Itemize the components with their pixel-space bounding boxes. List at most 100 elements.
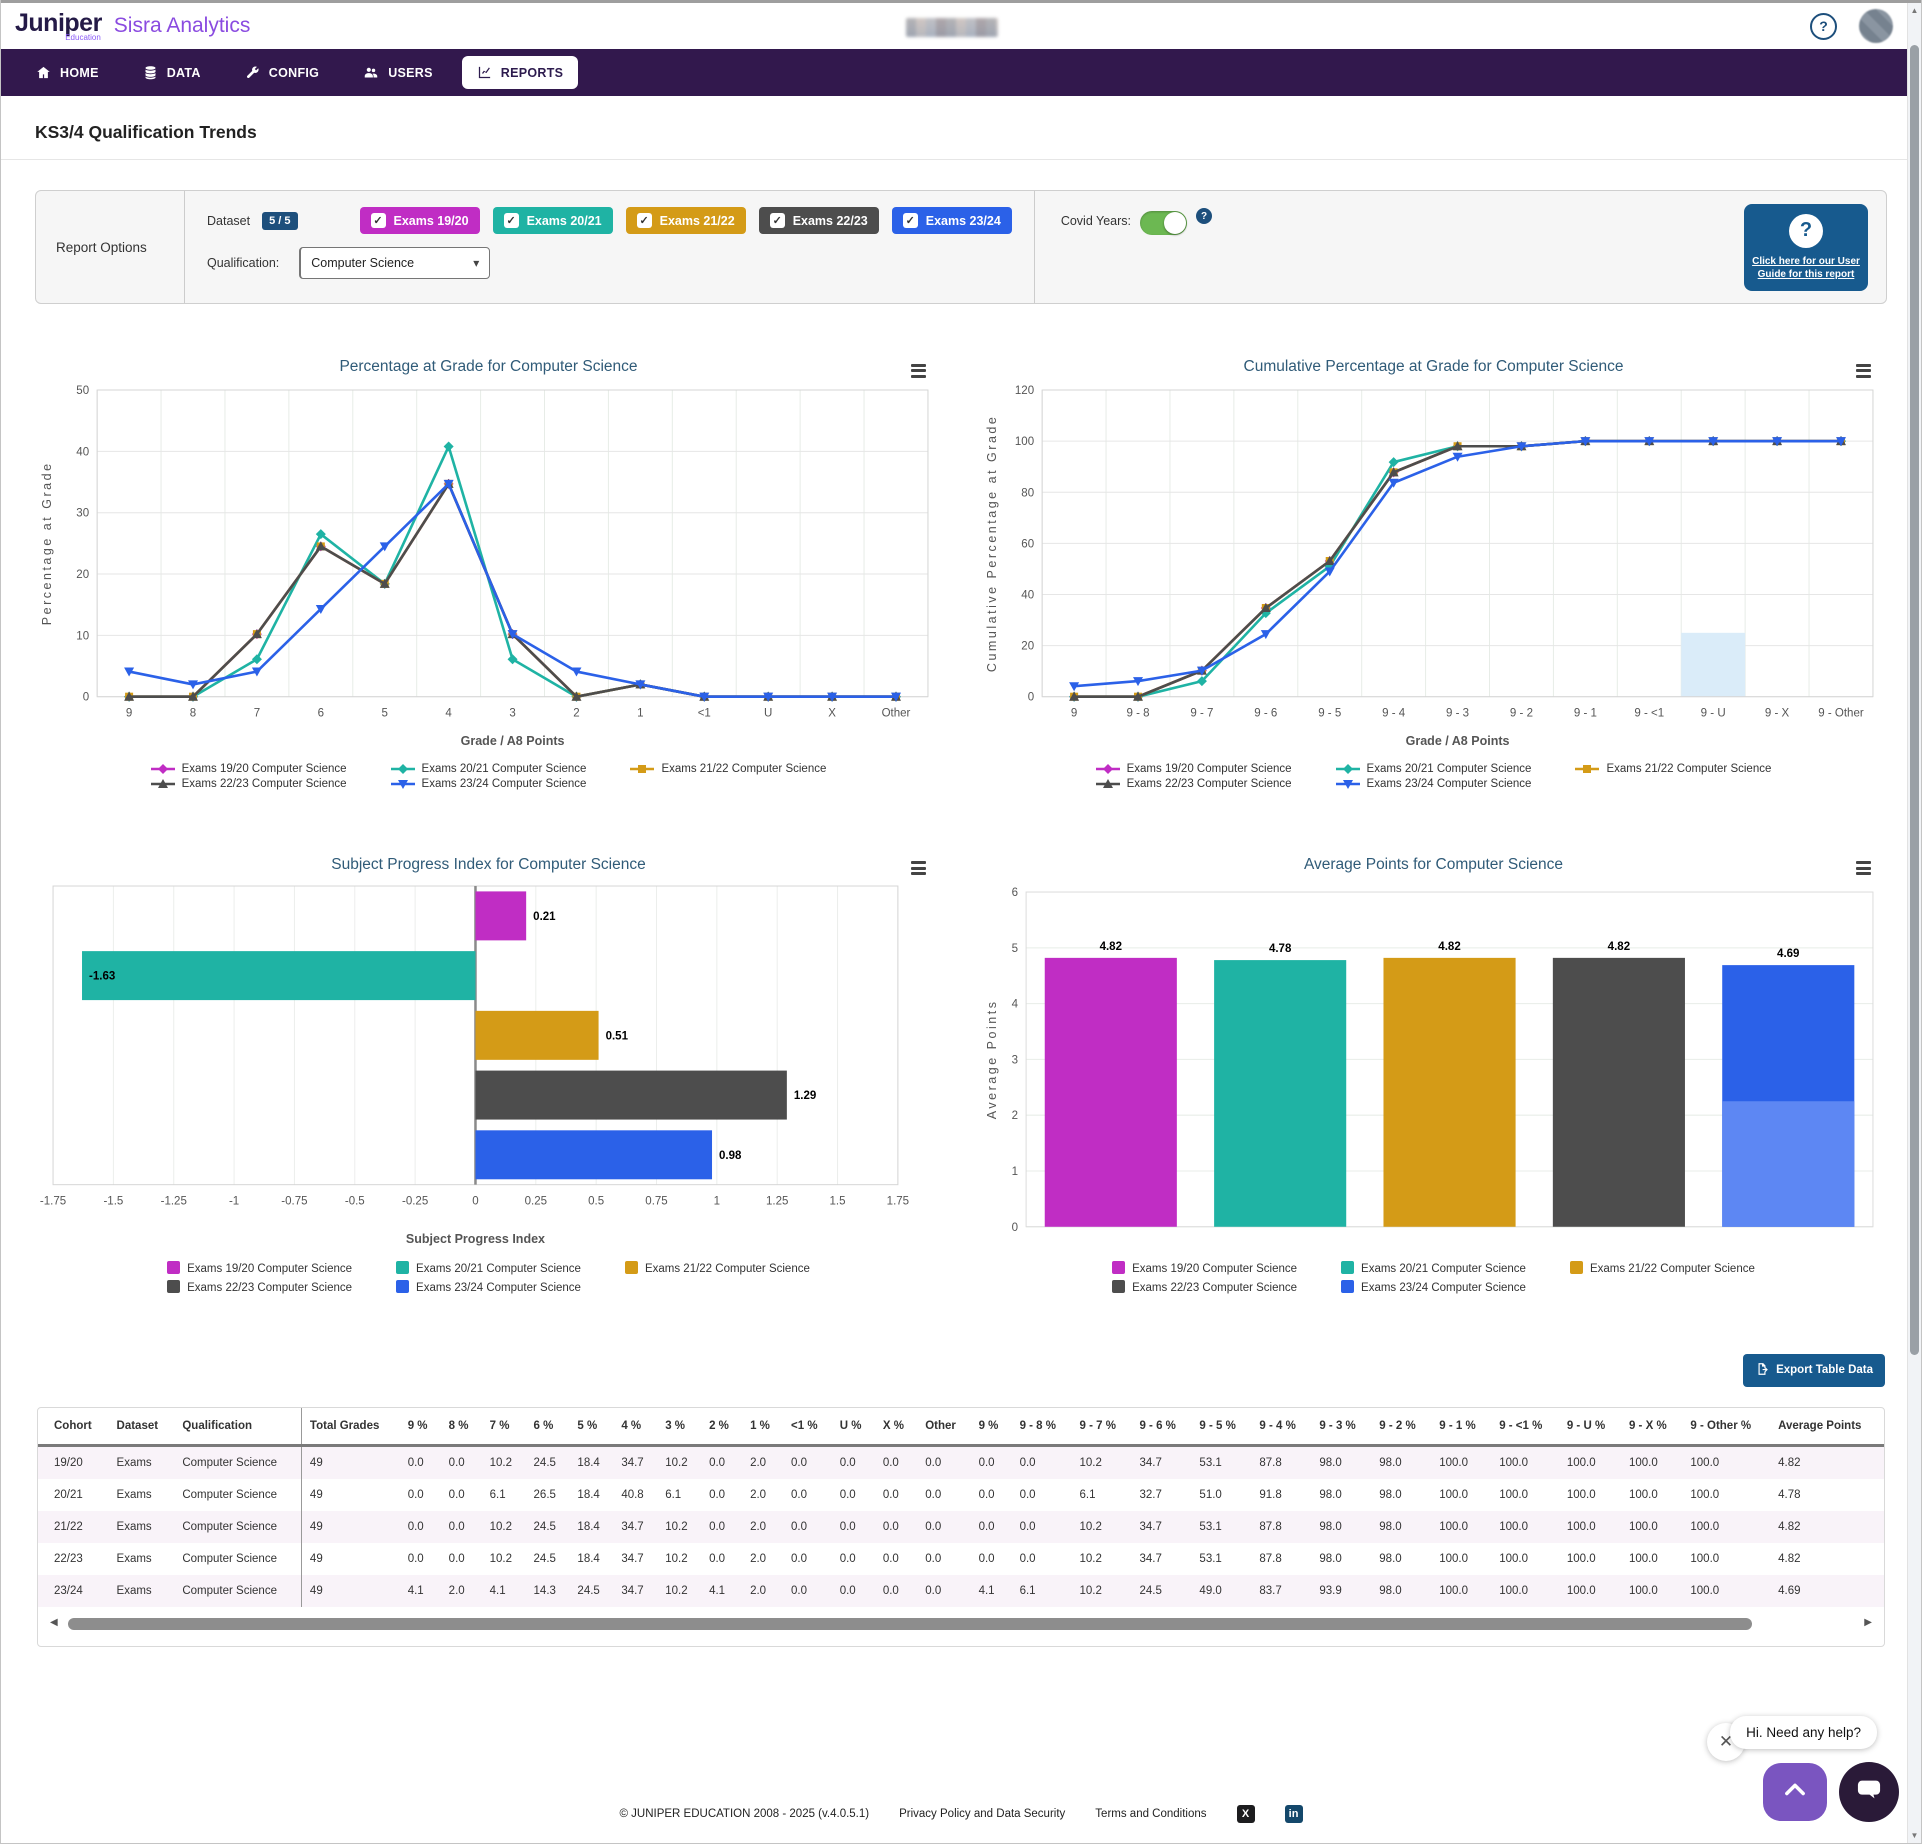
legend-item-exams-23-24-computer-science[interactable]: Exams 23/24 Computer Science [1341,1280,1526,1296]
table-cell: 24.5 [569,1575,613,1607]
nav-item-home[interactable]: HOME [21,56,114,89]
dataset-chip-exams-22-23[interactable]: ✓Exams 22/23 [759,207,879,234]
covid-years-toggle[interactable] [1140,211,1187,235]
nav-item-data[interactable]: DATA [128,56,216,89]
dataset-chip-exams-20-21[interactable]: ✓Exams 20/21 [493,207,613,234]
legend-label: Exams 20/21 Computer Science [1367,763,1532,775]
svg-text:9 - 5: 9 - 5 [1318,708,1341,720]
covid-help-icon[interactable]: ? [1196,208,1212,224]
h-scrollbar-thumb[interactable] [68,1618,1752,1630]
page-vertical-scrollbar[interactable]: ▲ ▼ [1907,3,1921,1843]
hamburger-menu-icon[interactable] [1854,359,1873,382]
legend-item-exams-19-20-computer-science[interactable]: Exams 19/20 Computer Science [167,1261,352,1277]
table-cell: 49 [301,1511,399,1543]
legend-item-exams-20-21-computer-science[interactable]: Exams 20/21 Computer Science [1336,763,1532,775]
legend-item-exams-23-24-computer-science[interactable]: Exams 23/24 Computer Science [396,1280,581,1296]
chat-button[interactable] [1839,1762,1899,1822]
x-logo-icon[interactable]: X [1237,1805,1255,1823]
table-cell: 2.0 [742,1511,783,1543]
table-cell: 0.0 [832,1575,875,1607]
svg-text:1.25: 1.25 [766,1196,788,1208]
chat-tooltip: Hi. Need any help? [1730,1716,1877,1749]
export-table-data-button[interactable]: Export Table Data [1743,1354,1885,1387]
legend-item-exams-21-22-computer-science[interactable]: Exams 21/22 Computer Science [1575,763,1771,775]
scroll-right-icon[interactable]: ▶ [1864,1617,1872,1628]
scroll-to-top-button[interactable] [1763,1763,1827,1821]
svg-text:10: 10 [76,630,89,642]
privacy-link[interactable]: Privacy Policy and Data Security [899,1808,1065,1820]
table-cell: 18.4 [569,1511,613,1543]
table-header: 9 - 4 % [1251,1408,1311,1446]
svg-text:1: 1 [714,1196,720,1208]
svg-text:6: 6 [318,708,324,720]
dataset-chip-exams-23-24[interactable]: ✓Exams 23/24 [892,207,1012,234]
svg-text:7: 7 [254,708,260,720]
table-cell: 0.0 [971,1543,1012,1575]
legend-item-exams-20-21-computer-science[interactable]: Exams 20/21 Computer Science [391,763,587,775]
legend-item-exams-22-23-computer-science[interactable]: Exams 22/23 Computer Science [167,1280,352,1296]
table-cell: 4.82 [1770,1511,1884,1543]
legend-item-exams-20-21-computer-science[interactable]: Exams 20/21 Computer Science [396,1261,581,1277]
table-cell: Computer Science [174,1511,301,1543]
table-cell: 20/21 [38,1479,109,1511]
checkbox-icon[interactable]: ✓ [371,213,386,228]
checkbox-icon[interactable]: ✓ [903,213,918,228]
v-scrollbar-thumb[interactable] [1910,45,1919,1355]
table-cell: 100.0 [1621,1511,1682,1543]
legend-item-exams-23-24-computer-science[interactable]: Exams 23/24 Computer Science [1336,778,1532,790]
legend-item-exams-23-24-computer-science[interactable]: Exams 23/24 Computer Science [391,778,587,790]
table-cell: 100.0 [1559,1511,1621,1543]
svg-text:1: 1 [1012,1166,1018,1178]
nav-item-config[interactable]: CONFIG [230,56,334,89]
scroll-left-icon[interactable]: ◀ [50,1617,58,1628]
help-icon[interactable]: ? [1810,13,1837,40]
checkbox-icon[interactable]: ✓ [637,213,652,228]
dataset-chip-exams-21-22[interactable]: ✓Exams 21/22 [626,207,746,234]
hamburger-menu-icon[interactable] [1854,857,1873,880]
linkedin-icon[interactable]: in [1285,1805,1303,1823]
chart-card-percentage-at-grade-for-computer-science: Percentage at Grade for Computer Science… [29,358,948,790]
legend-item-exams-22-23-computer-science[interactable]: Exams 22/23 Computer Science [151,778,347,790]
user-guide-button[interactable]: ? Click here for our User Guide for this… [1744,204,1868,291]
terms-link[interactable]: Terms and Conditions [1095,1808,1206,1820]
avatar[interactable] [1859,9,1893,43]
legend-item-exams-19-20-computer-science[interactable]: Exams 19/20 Computer Science [1096,763,1292,775]
table-cell: 49 [301,1543,399,1575]
table-row: 23/24ExamsComputer Science494.12.04.114.… [38,1575,1884,1607]
table-cell: 98.0 [1371,1479,1431,1511]
checkbox-icon[interactable]: ✓ [504,213,519,228]
legend-item-exams-21-22-computer-science[interactable]: Exams 21/22 Computer Science [630,763,826,775]
table-cell: 6.1 [482,1479,526,1511]
hamburger-menu-icon[interactable] [909,359,928,382]
table-cell: 98.0 [1371,1445,1431,1479]
table-row: 20/21ExamsComputer Science490.00.06.126.… [38,1479,1884,1511]
svg-text:3: 3 [509,708,515,720]
hamburger-menu-icon[interactable] [909,857,928,880]
legend-item-exams-22-23-computer-science[interactable]: Exams 22/23 Computer Science [1112,1280,1297,1296]
legend-item-exams-21-22-computer-science[interactable]: Exams 21/22 Computer Science [625,1261,810,1277]
scroll-up-icon[interactable]: ▲ [1908,6,1921,15]
table-cell: 51.0 [1191,1479,1251,1511]
table-horizontal-scrollbar[interactable]: ◀ ▶ [50,1617,1872,1632]
checkbox-icon[interactable]: ✓ [770,213,785,228]
nav-item-users[interactable]: USERS [348,56,448,89]
legend-item-exams-21-22-computer-science[interactable]: Exams 21/22 Computer Science [1570,1261,1755,1277]
scroll-down-icon[interactable]: ▼ [1908,1831,1921,1840]
charts-grid: Percentage at Grade for Computer Science… [29,358,1893,1296]
legend-item-exams-19-20-computer-science[interactable]: Exams 19/20 Computer Science [1112,1261,1297,1277]
svg-text:60: 60 [1021,538,1034,550]
legend-item-exams-22-23-computer-science[interactable]: Exams 22/23 Computer Science [1096,778,1292,790]
nav-item-reports[interactable]: REPORTS [462,56,579,89]
svg-text:40: 40 [1021,589,1034,601]
legend-marker-icon [1570,1261,1583,1277]
legend-item-exams-20-21-computer-science[interactable]: Exams 20/21 Computer Science [1341,1261,1526,1277]
juniper-logo[interactable]: Juniper Education Sisra Analytics [15,11,250,42]
table-cell: 2.0 [742,1543,783,1575]
legend-item-exams-19-20-computer-science[interactable]: Exams 19/20 Computer Science [151,763,347,775]
qualification-label: Qualification: [207,256,279,270]
qualification-select[interactable]: Computer Science ▾ [299,247,490,279]
dataset-chip-exams-19-20[interactable]: ✓Exams 19/20 [360,207,480,234]
nav-item-label: DATA [167,66,201,80]
table-cell: Computer Science [174,1479,301,1511]
table-cell: 0.0 [875,1575,917,1607]
